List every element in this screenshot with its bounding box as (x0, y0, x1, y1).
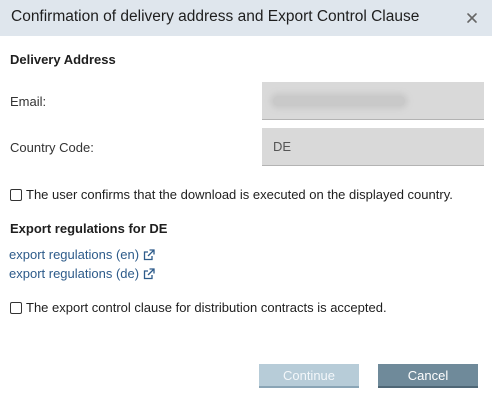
dialog-title: Confirmation of delivery address and Exp… (11, 8, 420, 25)
export-confirmation-dialog: Confirmation of delivery address and Exp… (0, 0, 492, 403)
country-code-label: Country Code: (10, 140, 94, 155)
confirm-country-checkbox[interactable] (10, 188, 22, 201)
confirm-export-label: The export control clause for distributi… (26, 300, 387, 315)
confirm-country-label: The user confirms that the download is e… (26, 187, 453, 202)
confirm-export-row: The export control clause for distributi… (10, 300, 387, 315)
export-regulations-de-label: export regulations (de) (9, 266, 140, 281)
confirm-country-row: The user confirms that the download is e… (10, 187, 453, 202)
export-regulations-heading: Export regulations for DE (10, 221, 168, 236)
cancel-button[interactable]: Cancel (378, 364, 478, 388)
close-icon[interactable] (464, 10, 480, 26)
email-value-redacted (273, 96, 405, 106)
external-link-icon (143, 248, 155, 261)
export-regulations-de-link[interactable]: export regulations (de) (9, 266, 155, 281)
email-field (262, 82, 484, 120)
confirm-export-checkbox[interactable] (10, 301, 22, 314)
export-regulations-en-link[interactable]: export regulations (en) (9, 247, 155, 262)
continue-button[interactable]: Continue (259, 364, 359, 388)
country-code-field: DE (262, 128, 484, 166)
country-code-value: DE (273, 139, 292, 154)
email-label: Email: (10, 94, 47, 109)
external-link-icon (143, 267, 155, 280)
export-regulations-en-label: export regulations (en) (9, 247, 140, 262)
dialog-header: Confirmation of delivery address and Exp… (0, 0, 492, 36)
delivery-address-heading: Delivery Address (10, 52, 116, 67)
